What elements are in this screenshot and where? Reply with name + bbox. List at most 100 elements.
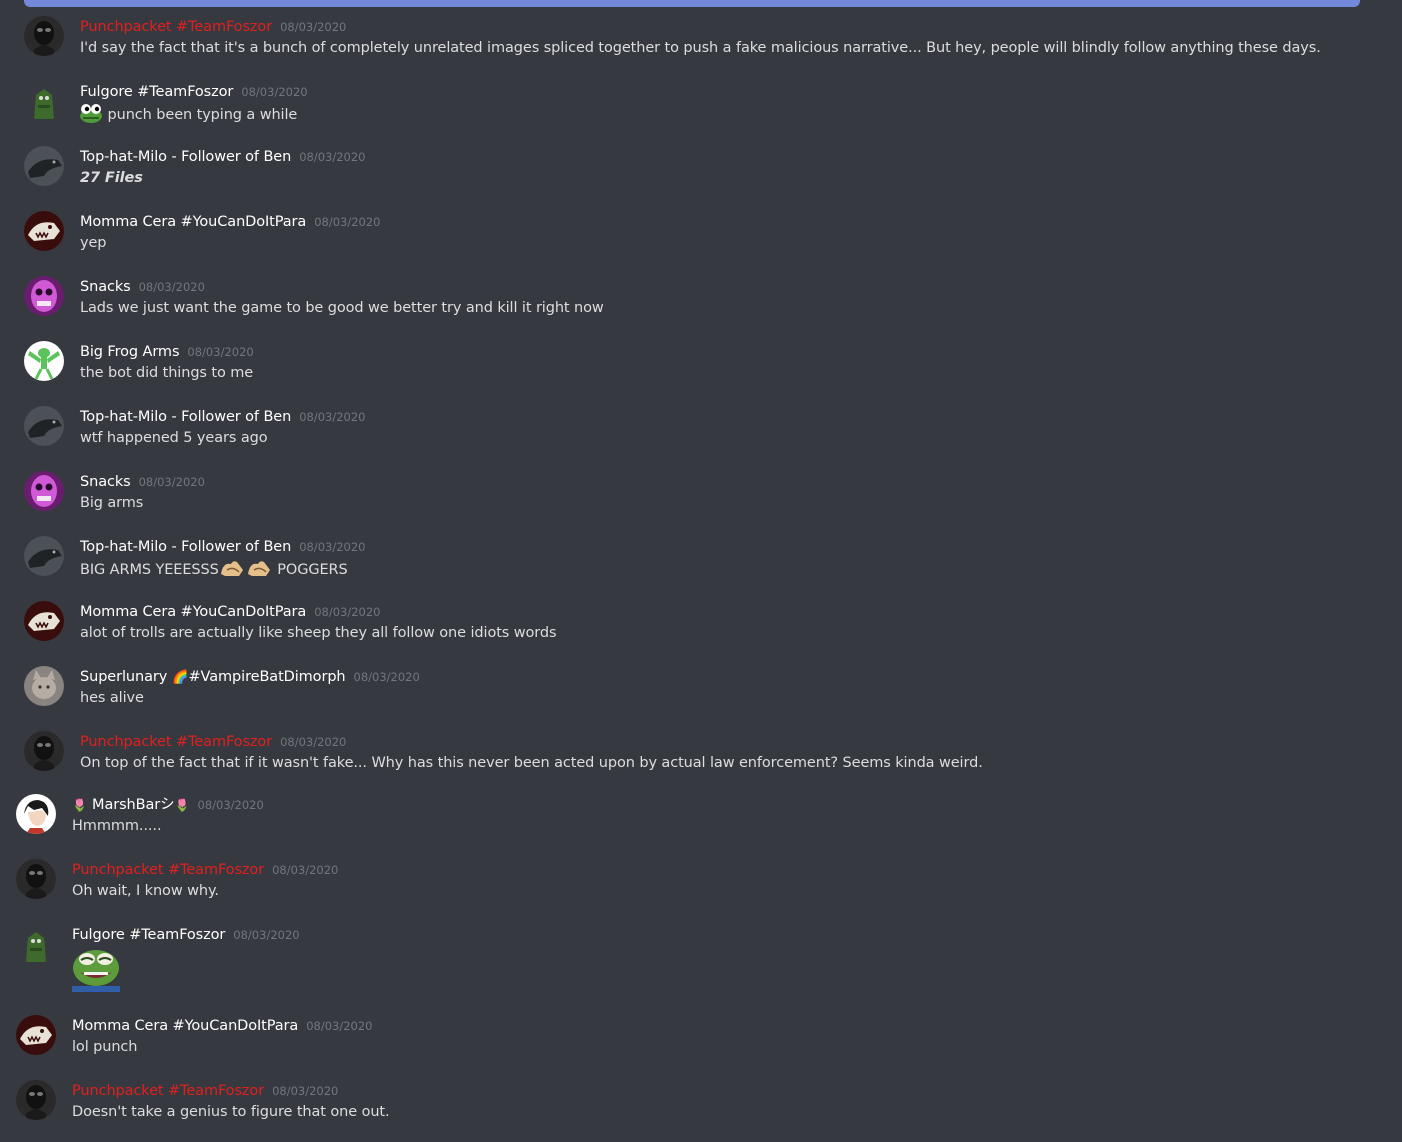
message-text: BIG ARMS YEEESSS <box>80 562 219 578</box>
chat-message: Fulgore #TeamFoszor 08/03/2020 <box>0 924 1380 1004</box>
message-text: the bot did things to me <box>80 365 254 381</box>
chat-message: Momma Cera #YouCanDoItPara 08/03/2020 lol… <box>0 1015 1380 1077</box>
message-header: Momma Cera #YouCanDoItPara 08/03/2020 <box>80 211 381 232</box>
message-header: Snacks 08/03/2020 <box>80 276 205 297</box>
username[interactable]: Momma Cera #YouCanDoItPara <box>80 604 306 620</box>
username[interactable]: Punchpacket #TeamFoszor <box>72 862 264 878</box>
message-text: wtf happened 5 years ago <box>80 430 268 446</box>
avatar[interactable] <box>24 536 64 576</box>
timestamp: 08/03/2020 <box>314 605 381 619</box>
message-header: Punchpacket #TeamFoszor 08/03/2020 <box>80 16 346 37</box>
username[interactable]: Momma Cera #YouCanDoItPara <box>80 214 306 230</box>
timestamp: 08/03/2020 <box>138 475 205 489</box>
timestamp: 08/03/2020 <box>299 540 366 554</box>
avatar[interactable] <box>16 859 56 899</box>
avatar[interactable] <box>24 211 64 251</box>
username-suffix[interactable]: #VampireBatDimorph <box>189 669 346 685</box>
message-header: Big Frog Arms 08/03/2020 <box>80 341 254 362</box>
message-text: hes alive <box>80 690 144 706</box>
message-text: I'd say the fact that it's a bunch of co… <box>80 40 1321 56</box>
message-body: BIG ARMS YEEESSS POGGERS <box>80 558 348 584</box>
username[interactable]: Top-hat-Milo - Follower of Ben <box>80 149 291 165</box>
message-text: Lads we just want the game to be good we… <box>80 300 604 316</box>
new-messages-bar[interactable] <box>24 0 1360 7</box>
avatar[interactable] <box>24 471 64 511</box>
timestamp: 08/03/2020 <box>272 863 339 877</box>
avatar[interactable] <box>16 924 56 964</box>
message-header: Punchpacket #TeamFoszor 08/03/2020 <box>80 731 346 752</box>
attachments-text[interactable]: 27 Files <box>80 168 143 188</box>
chat-message: Big Frog Arms 08/03/2020 the bot did thin… <box>0 341 1380 403</box>
avatar[interactable] <box>24 16 64 56</box>
username[interactable]: Big Frog Arms <box>80 344 180 360</box>
message-text: alot of trolls are actually like sheep t… <box>80 625 557 641</box>
pepe-laugh-emoji-icon <box>72 950 120 996</box>
chat-message: Top-hat-Milo - Follower of Ben 08/03/2020… <box>0 146 1380 208</box>
username[interactable]: Punchpacket #TeamFoszor <box>72 1083 264 1099</box>
message-header: Snacks 08/03/2020 <box>80 471 205 492</box>
message-header: Punchpacket #TeamFoszor 08/03/2020 <box>72 859 338 880</box>
avatar[interactable] <box>16 794 56 834</box>
message-header: Top-hat-Milo - Follower of Ben 08/03/2020 <box>80 536 366 557</box>
message-header: Top-hat-Milo - Follower of Ben 08/03/2020 <box>80 146 366 167</box>
chat-message: Punchpacket #TeamFoszor 08/03/2020 Doesn'… <box>0 1080 1380 1142</box>
message-text: On top of the fact that if it wasn't fak… <box>80 755 983 771</box>
avatar[interactable] <box>24 81 64 121</box>
username[interactable]: Superlunary <box>80 669 167 685</box>
avatar[interactable] <box>24 341 64 381</box>
message-text: Hmmmm..... <box>72 818 162 834</box>
chat-message: Momma Cera #YouCanDoItPara 08/03/2020 yep <box>0 211 1380 273</box>
message-header: Superlunary 🌈#VampireBatDimorph 08/03/202… <box>80 666 420 688</box>
avatar[interactable] <box>16 1080 56 1120</box>
username[interactable]: Momma Cera #YouCanDoItPara <box>72 1018 298 1034</box>
chat-message: 🌷 MarshBarシ🌷 08/03/2020 Hmmmm..... <box>0 794 1380 856</box>
message-text: Oh wait, I know why. <box>72 883 219 899</box>
username[interactable]: Punchpacket #TeamFoszor <box>80 19 272 35</box>
avatar[interactable] <box>24 406 64 446</box>
timestamp: 08/03/2020 <box>233 928 300 942</box>
avatar[interactable] <box>24 276 64 316</box>
timestamp: 08/03/2020 <box>187 345 254 359</box>
timestamp: 08/03/2020 <box>241 85 308 99</box>
username[interactable]: Punchpacket #TeamFoszor <box>80 734 272 750</box>
pepe-typing-emoji-icon <box>80 103 103 129</box>
tulip-emoji-icon: 🌷 <box>72 798 87 812</box>
chat-message: Snacks 08/03/2020 Lads we just want the g… <box>0 276 1380 338</box>
avatar[interactable] <box>24 731 64 771</box>
message-header: 🌷 MarshBarシ🌷 08/03/2020 <box>72 794 264 815</box>
chat-message: Punchpacket #TeamFoszor 08/03/2020 I'd sa… <box>0 16 1380 78</box>
message-header: Fulgore #TeamFoszor 08/03/2020 <box>80 81 308 102</box>
username[interactable]: Fulgore #TeamFoszor <box>72 927 225 943</box>
message-text: yep <box>80 235 107 251</box>
username[interactable]: Top-hat-Milo - Follower of Ben <box>80 539 291 555</box>
rainbow-emoji-icon: 🌈 <box>172 670 189 685</box>
username[interactable]: Fulgore #TeamFoszor <box>80 84 233 100</box>
timestamp: 08/03/2020 <box>138 280 205 294</box>
chat-message: Punchpacket #TeamFoszor 08/03/2020 Oh wai… <box>0 859 1380 921</box>
muscle-arm-emoji-icon <box>219 558 245 584</box>
avatar[interactable] <box>16 1015 56 1055</box>
chat-message: Top-hat-Milo - Follower of Ben 08/03/2020… <box>0 536 1380 598</box>
chat-message: Superlunary 🌈#VampireBatDimorph 08/03/202… <box>0 666 1380 728</box>
timestamp: 08/03/2020 <box>299 150 366 164</box>
avatar[interactable] <box>24 146 64 186</box>
username[interactable]: Snacks <box>80 279 131 295</box>
message-text: Doesn't take a genius to figure that one… <box>72 1104 390 1120</box>
timestamp: 08/03/2020 <box>280 20 347 34</box>
timestamp: 08/03/2020 <box>272 1084 339 1098</box>
chat-message: Snacks 08/03/2020 Big arms <box>0 471 1380 533</box>
timestamp: 08/03/2020 <box>197 798 264 812</box>
timestamp: 08/03/2020 <box>353 670 420 684</box>
avatar[interactable] <box>24 601 64 641</box>
muscle-arm-emoji-icon <box>245 558 273 584</box>
username[interactable]: Snacks <box>80 474 131 490</box>
username[interactable]: MarshBarシ <box>92 797 175 813</box>
message-text: punch been typing a while <box>107 107 298 123</box>
avatar[interactable] <box>24 666 64 706</box>
message-text: Big arms <box>80 495 144 511</box>
chat-message: Top-hat-Milo - Follower of Ben 08/03/2020… <box>0 406 1380 468</box>
username[interactable]: Top-hat-Milo - Follower of Ben <box>80 409 291 425</box>
tulip-emoji-icon: 🌷 <box>174 798 190 812</box>
timestamp: 08/03/2020 <box>299 410 366 424</box>
timestamp: 08/03/2020 <box>280 735 347 749</box>
